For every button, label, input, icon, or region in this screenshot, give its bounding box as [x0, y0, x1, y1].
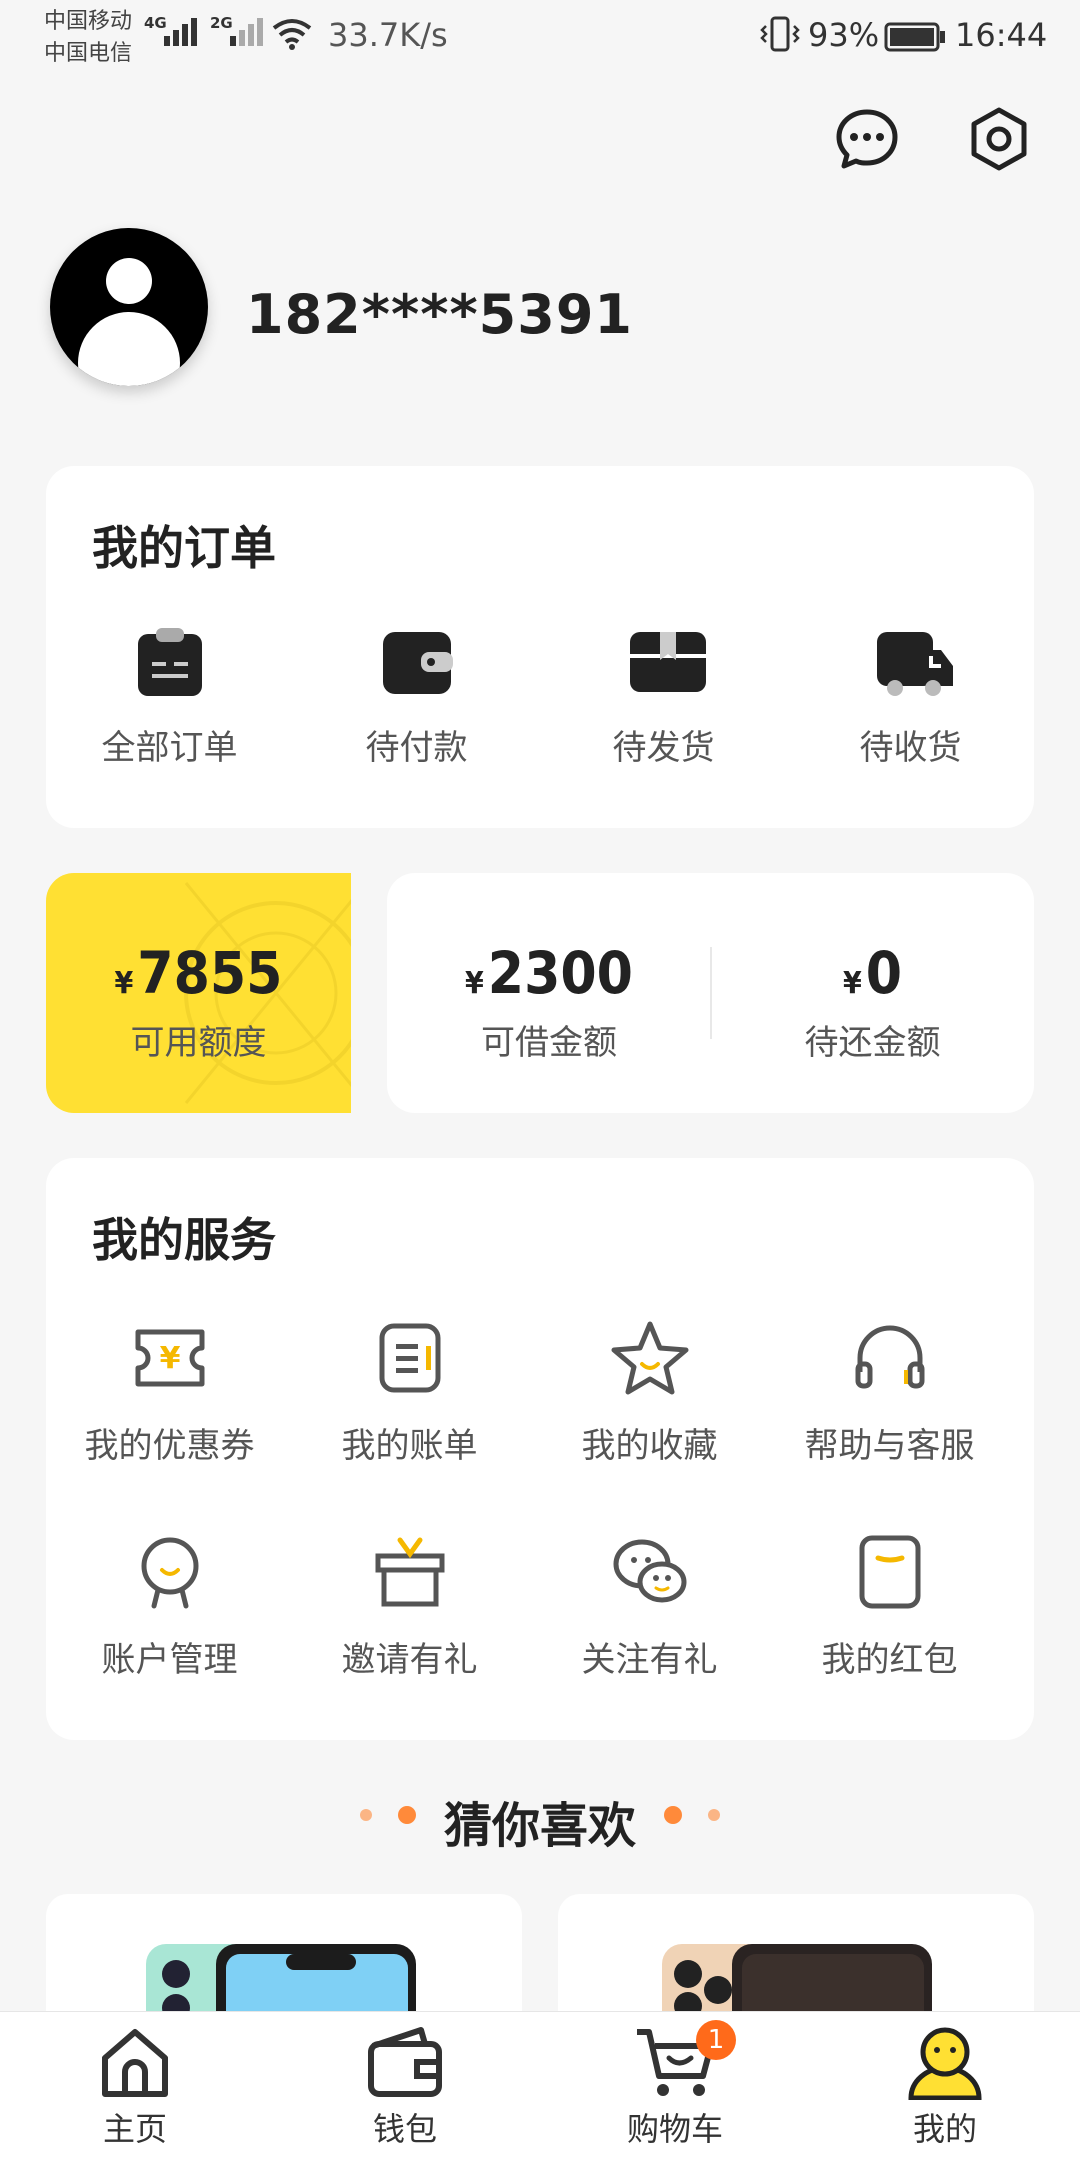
service-bill[interactable]: 我的账单 — [286, 1318, 533, 1467]
order-item-pending-payment[interactable]: 待付款 — [293, 626, 540, 769]
star-icon — [610, 1318, 690, 1398]
order-item-label: 待发货 — [612, 728, 715, 768]
avatar-head — [106, 258, 152, 304]
tab-cart[interactable]: 1 购物车 — [540, 2020, 810, 2150]
service-invite[interactable]: 邀请有礼 — [286, 1532, 533, 1681]
settings-icon — [971, 107, 1027, 171]
headset-icon — [850, 1318, 930, 1398]
avatar[interactable] — [50, 228, 208, 386]
borrowable-block[interactable]: ¥2300 可借金额 — [387, 939, 711, 1064]
clipboard-icon — [134, 626, 206, 698]
available-amount: ¥7855 — [114, 939, 283, 1007]
tab-bar: 主页 钱包 1 购物车 我的 — [0, 2011, 1080, 2161]
service-label: 邀请有礼 — [341, 1640, 478, 1680]
service-label: 我的红包 — [821, 1640, 958, 1680]
service-help[interactable]: 帮助与客服 — [766, 1318, 1013, 1467]
bill-icon — [370, 1318, 450, 1398]
order-item-label: 待收货 — [859, 728, 962, 768]
network-speed: 33.7K/s — [328, 16, 448, 54]
user-phone: 182****5391 — [246, 283, 633, 346]
tab-label: 购物车 — [626, 2110, 723, 2148]
clock: 16:44 — [955, 16, 1048, 54]
orders-title: 我的订单 — [92, 521, 276, 575]
battery-icon — [884, 22, 946, 60]
repay-label: 待还金额 — [804, 1023, 941, 1063]
service-label: 帮助与客服 — [804, 1426, 975, 1466]
carrier-2: 中国电信 — [44, 41, 133, 66]
service-label: 账户管理 — [101, 1640, 238, 1680]
vibrate-icon — [760, 16, 800, 60]
signal-icon — [164, 18, 197, 46]
borrowable-amount: ¥2300 — [464, 939, 633, 1007]
me-icon — [908, 2027, 982, 2101]
service-red-packet[interactable]: 我的红包 — [766, 1532, 1013, 1681]
message-button[interactable] — [821, 93, 913, 185]
tab-home[interactable]: 主页 — [0, 2024, 270, 2150]
wallet-icon — [381, 626, 453, 698]
wechat-icon — [610, 1532, 690, 1612]
decor-dot — [708, 1809, 720, 1821]
tab-label: 我的 — [912, 2110, 977, 2148]
carrier-names: 中国移动 中国电信 — [44, 6, 132, 70]
svg-text:¥: ¥ — [159, 1341, 180, 1376]
order-item-pending-receipt[interactable]: 待收货 — [787, 626, 1034, 769]
status-bar: 中国移动 中国电信 4G 2G 33.7K/s 93% 16:44 — [0, 0, 1080, 74]
orders-card: 我的订单 全部订单 待付款 待发货 待收货 — [46, 466, 1034, 828]
tab-wallet[interactable]: 钱包 — [270, 2024, 540, 2150]
red-packet-icon — [850, 1532, 930, 1612]
carrier-1: 中国移动 — [44, 9, 133, 34]
home-icon — [102, 2029, 168, 2097]
account-icon — [130, 1532, 210, 1612]
coupon-icon: ¥ — [130, 1318, 210, 1398]
wallet-tab-icon — [368, 2027, 442, 2097]
service-coupon[interactable]: ¥ 我的优惠券 — [46, 1318, 293, 1467]
order-item-label: 待付款 — [365, 728, 468, 768]
tab-label: 钱包 — [372, 2110, 437, 2148]
repay-amount: ¥0 — [842, 939, 903, 1007]
services-title: 我的服务 — [92, 1213, 276, 1267]
available-label: 可用额度 — [130, 1023, 267, 1063]
order-item-label: 全部订单 — [101, 728, 238, 768]
service-label: 我的优惠券 — [84, 1426, 255, 1466]
avatar-body — [78, 312, 180, 386]
recommend-title: 猜你喜欢 — [443, 1798, 636, 1854]
services-card: 我的服务 ¥ 我的优惠券 我的账单 我的收藏 帮助与客服 账户管理 邀请有礼 关… — [46, 1158, 1034, 1740]
service-favorites[interactable]: 我的收藏 — [526, 1318, 773, 1467]
service-account[interactable]: 账户管理 — [46, 1532, 293, 1681]
decor-dot — [664, 1806, 682, 1824]
order-item-pending-shipment[interactable]: 待发货 — [540, 626, 787, 769]
repay-block[interactable]: ¥0 待还金额 — [711, 939, 1034, 1064]
gift-icon — [370, 1532, 450, 1612]
order-item-all[interactable]: 全部订单 — [46, 626, 293, 769]
tab-label: 主页 — [102, 2110, 167, 2148]
service-follow[interactable]: 关注有礼 — [526, 1532, 773, 1681]
service-label: 我的账单 — [341, 1426, 478, 1466]
battery-percent: 93% — [808, 16, 880, 54]
signal-icon-2 — [230, 18, 263, 46]
tab-me[interactable]: 我的 — [810, 2024, 1080, 2150]
box-icon — [628, 626, 706, 698]
cart-badge: 1 — [696, 2020, 736, 2060]
borrowable-label: 可借金额 — [481, 1023, 617, 1063]
wifi-icon — [272, 18, 312, 58]
credit-summary-card: ¥2300 可借金额 ¥0 待还金额 — [387, 873, 1034, 1113]
settings-button[interactable] — [953, 93, 1045, 185]
truck-icon — [875, 626, 953, 698]
service-label: 我的收藏 — [581, 1426, 718, 1466]
chat-icon — [836, 109, 898, 169]
available-credit-card[interactable]: ¥7855 可用额度 — [46, 873, 351, 1113]
service-label: 关注有礼 — [581, 1640, 718, 1680]
